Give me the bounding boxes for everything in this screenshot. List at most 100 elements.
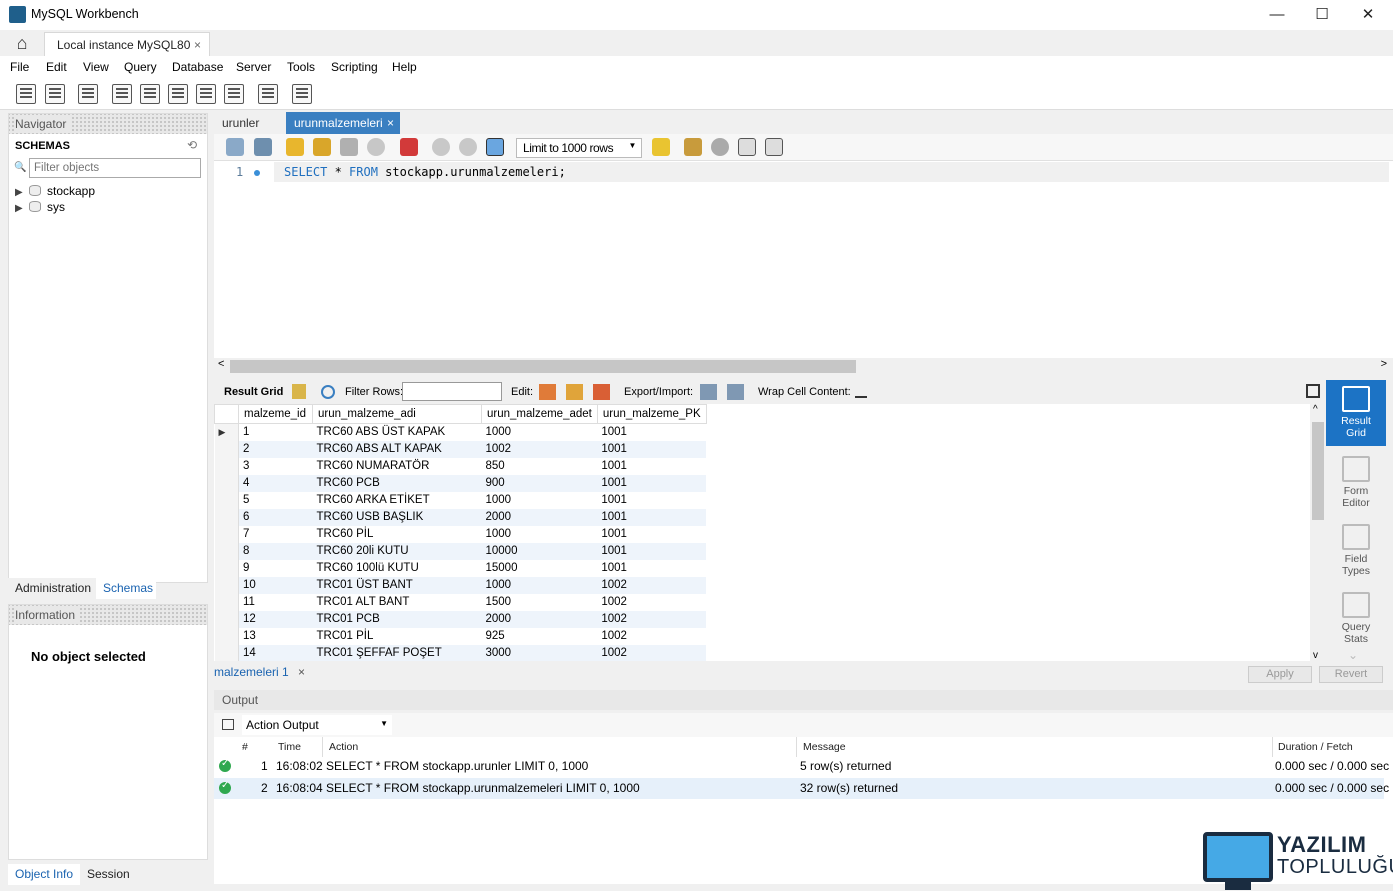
row-selector[interactable] (214, 542, 239, 560)
schema-item-stockapp[interactable]: ▶ stockapp (15, 184, 95, 198)
create-schema-icon[interactable] (112, 84, 132, 104)
row-selector[interactable] (214, 525, 239, 543)
table-cell[interactable]: TRC01 ÜST BANT (312, 576, 482, 594)
table-cell[interactable]: 1000 (482, 526, 598, 543)
execute-current-icon[interactable] (313, 138, 331, 156)
table-row[interactable]: ▶ 1 TRC60 ABS ÜST KAPAK 1000 1001 (214, 423, 707, 441)
table-cell[interactable]: TRC60 PİL (313, 526, 482, 543)
grid-vertical-scrollbar[interactable]: ^ v (1310, 404, 1326, 661)
table-cell[interactable]: 2000 (481, 610, 598, 628)
table-cell[interactable]: 900 (481, 474, 598, 492)
table-cell[interactable]: 3000 (481, 644, 598, 661)
table-cell[interactable]: 1001 (597, 458, 706, 475)
apply-button[interactable]: Apply (1248, 666, 1312, 683)
column-header[interactable]: malzeme_id (238, 404, 313, 424)
row-selector[interactable] (214, 559, 239, 577)
grid-icon[interactable] (292, 384, 306, 399)
menu-scripting[interactable]: Scripting (331, 60, 378, 74)
form-editor-button[interactable]: Form Editor (1326, 450, 1386, 516)
limit-rows-select[interactable]: Limit to 1000 rows ▼ (516, 138, 642, 158)
tab-object-info[interactable]: Object Info (8, 864, 81, 885)
word-wrap-icon[interactable] (765, 138, 783, 156)
table-cell[interactable]: 2 (238, 440, 313, 458)
scrollbar-thumb[interactable] (1312, 422, 1324, 520)
table-row[interactable]: 7 TRC60 PİL 1000 1001 (214, 525, 707, 543)
table-cell[interactable]: 7 (239, 526, 313, 543)
toggle-error-icon[interactable] (400, 138, 418, 156)
row-selector[interactable] (214, 593, 239, 611)
row-selector[interactable] (214, 474, 239, 492)
table-cell[interactable]: 1001 (597, 492, 706, 509)
close-result-tab-icon[interactable]: × (298, 665, 305, 679)
refresh-results-icon[interactable] (321, 385, 335, 399)
export-icon[interactable] (700, 384, 717, 400)
table-cell[interactable]: 1002 (597, 594, 706, 611)
tab-session[interactable]: Session (80, 864, 137, 885)
beautify-icon[interactable] (684, 138, 702, 156)
table-row[interactable]: 8 TRC60 20li KUTU 10000 1001 (214, 542, 707, 560)
result-tab[interactable]: malzemeleri 1 × (214, 665, 305, 679)
table-cell[interactable]: 1001 (597, 424, 706, 441)
table-row[interactable]: 10 TRC01 ÜST BANT 1000 1002 (214, 576, 707, 594)
table-cell[interactable]: 11 (239, 594, 313, 611)
menu-tools[interactable]: Tools (287, 60, 315, 74)
table-cell[interactable]: 3 (239, 458, 313, 475)
table-cell[interactable]: 1002 (481, 440, 598, 458)
output-row[interactable]: 2 16:08:04 SELECT * FROM stockapp.urunma… (214, 778, 1389, 799)
table-row[interactable]: 5 TRC60 ARKA ETİKET 1000 1001 (214, 491, 707, 509)
table-cell[interactable]: TRC01 PİL (313, 628, 482, 645)
table-cell[interactable]: TRC60 PCB (312, 474, 482, 492)
table-cell[interactable]: 5 (239, 492, 313, 509)
tab-urunler[interactable]: urunler (214, 112, 267, 134)
menu-edit[interactable]: Edit (46, 60, 67, 74)
connection-tab-close-icon[interactable]: × (194, 38, 201, 52)
table-row[interactable]: 14 TRC01 ŞEFFAF POŞET 3000 1002 (214, 644, 707, 661)
invisible-chars-icon[interactable] (738, 138, 756, 156)
minimize-button[interactable]: — (1262, 4, 1292, 26)
table-cell[interactable]: 13 (239, 628, 313, 645)
menu-help[interactable]: Help (392, 60, 417, 74)
table-cell[interactable]: TRC01 ŞEFFAF POŞET (312, 644, 482, 661)
editor-horizontal-scrollbar[interactable]: < > (214, 358, 1393, 374)
table-cell[interactable]: 14 (238, 644, 313, 661)
add-snippet-icon[interactable] (652, 138, 670, 156)
close-window-button[interactable]: ✕ (1353, 4, 1383, 26)
table-cell[interactable]: TRC01 ALT BANT (313, 594, 482, 611)
create-function-icon[interactable] (224, 84, 244, 104)
table-cell[interactable]: 10000 (481, 542, 598, 560)
table-cell[interactable]: 1 (239, 424, 313, 441)
import-icon[interactable] (727, 384, 744, 400)
table-cell[interactable]: TRC60 100lü KUTU (313, 560, 482, 577)
row-selector[interactable] (214, 610, 239, 628)
row-selector[interactable] (214, 644, 239, 661)
create-procedure-icon[interactable] (196, 84, 216, 104)
menu-view[interactable]: View (83, 60, 109, 74)
table-cell[interactable]: TRC60 ARKA ETİKET (313, 492, 482, 509)
table-cell[interactable]: TRC01 PCB (312, 610, 482, 628)
menu-query[interactable]: Query (124, 60, 157, 74)
open-sql-script-icon[interactable] (45, 84, 65, 104)
menu-server[interactable]: Server (236, 60, 271, 74)
create-view-icon[interactable] (168, 84, 188, 104)
column-header[interactable]: urun_malzeme_PK (596, 404, 707, 424)
table-cell[interactable]: 6 (238, 508, 313, 526)
table-cell[interactable]: 1500 (482, 594, 598, 611)
row-selector[interactable] (214, 576, 239, 594)
sql-editor[interactable]: 1 SELECT * FROM stockapp.urunmalzemeleri… (214, 161, 1393, 358)
table-cell[interactable]: 1000 (481, 576, 598, 594)
table-cell[interactable]: 1001 (597, 508, 707, 526)
column-header[interactable]: urun_malzeme_adet (481, 404, 598, 424)
table-cell[interactable]: 850 (482, 458, 598, 475)
scroll-right-icon[interactable]: > (1381, 358, 1387, 370)
new-sql-tab-icon[interactable] (16, 84, 36, 104)
table-cell[interactable]: 8 (238, 542, 313, 560)
table-cell[interactable]: 12 (238, 610, 313, 628)
filter-objects-input[interactable] (29, 158, 201, 178)
row-selector[interactable] (214, 491, 239, 509)
table-row[interactable]: 2 TRC60 ABS ALT KAPAK 1002 1001 (214, 440, 707, 458)
open-file-icon[interactable] (226, 138, 244, 156)
toggle-panel-icon[interactable] (1306, 384, 1320, 398)
table-cell[interactable]: 1001 (597, 440, 707, 458)
connection-tab[interactable]: Local instance MySQL80 × (44, 32, 210, 56)
table-row[interactable]: 11 TRC01 ALT BANT 1500 1002 (214, 593, 707, 611)
